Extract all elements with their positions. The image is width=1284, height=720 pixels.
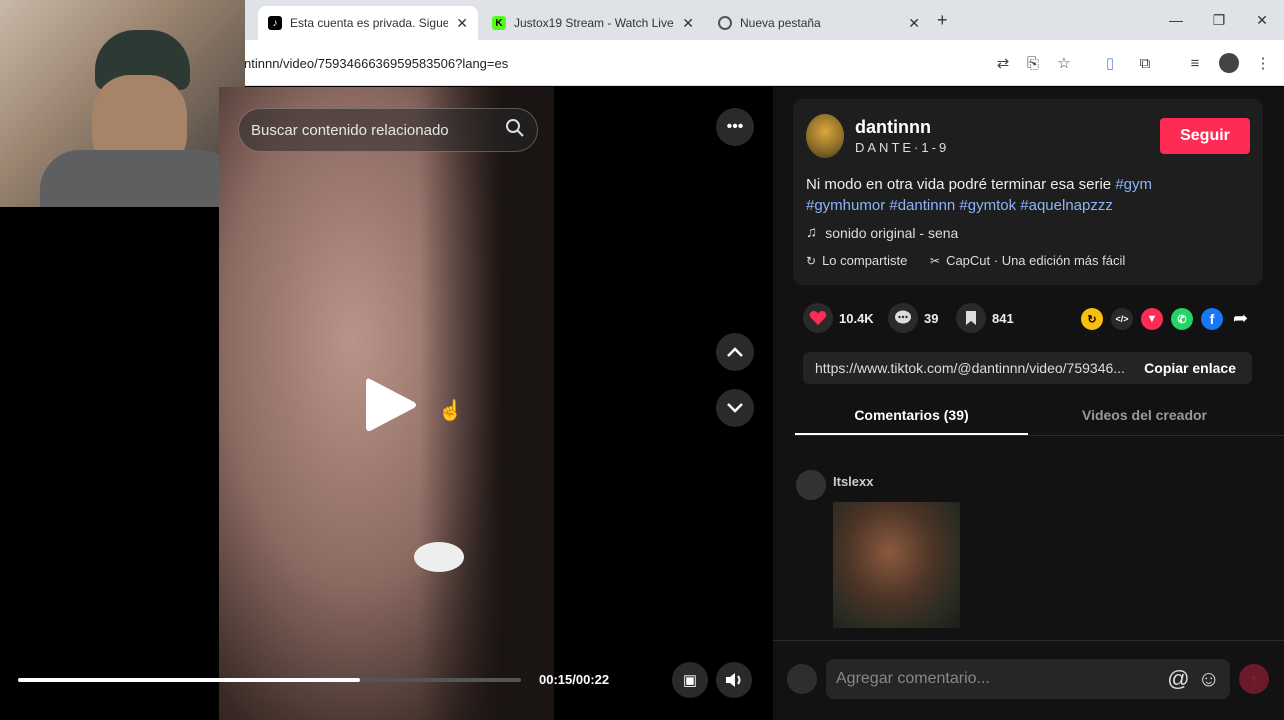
hashtag-link[interactable]: #gym (1115, 176, 1152, 193)
facebook-icon[interactable]: f (1201, 308, 1223, 330)
active-tab-indicator (795, 433, 1028, 435)
previous-video-chevron-up-icon[interactable] (716, 333, 754, 371)
hashtag-links[interactable]: #gymhumor #dantinnn #gymtok #aquelnapzzz (806, 197, 1113, 214)
whatsapp-icon[interactable]: ✆ (1171, 308, 1193, 330)
caption-text: Ni modo en otra vida podré terminar esa … (806, 176, 1116, 193)
comment-avatar[interactable] (796, 470, 826, 500)
chrome-icon (718, 16, 732, 30)
shared-chip[interactable]: ↻ Lo compartiste (806, 253, 907, 268)
volume-icon[interactable] (716, 662, 752, 698)
tab-title: Justox19 Stream - Watch Live o (514, 16, 675, 30)
comment-count: 39 (924, 310, 939, 326)
sound-label: sonido original - sena (825, 224, 959, 241)
tab-kick[interactable]: K Justox19 Stream - Watch Live o ✕ (482, 6, 704, 40)
comment-placeholder: Agregar comentario... (836, 670, 990, 687)
new-tab-button[interactable]: + (937, 10, 948, 31)
comment-username[interactable]: Itslexx (833, 474, 873, 489)
my-avatar (787, 664, 817, 694)
comment-button[interactable]: 39 (888, 303, 938, 333)
close-icon[interactable]: ✕ (456, 15, 468, 32)
video-link[interactable]: https://www.tiktok.com/@dantinnn/video/7… (803, 360, 1128, 376)
play-icon[interactable] (364, 375, 418, 440)
post-comment-button[interactable]: ↑ (1239, 664, 1269, 694)
translate-icon[interactable]: ⇄ (992, 52, 1014, 74)
follow-button[interactable]: Seguir (1160, 118, 1250, 154)
sound-link[interactable]: ♫ sonido original - sena (806, 224, 958, 241)
tab-creator-videos[interactable]: Videos del creador (1028, 407, 1261, 423)
tab-new[interactable]: Nueva pestaña ✕ (708, 6, 930, 40)
capcut-chip[interactable]: ✂ CapCut · Una edición más fácil (930, 253, 1125, 268)
save-count: 841 (992, 310, 1014, 326)
tab-tiktok[interactable]: ♪ Esta cuenta es privada. Sigue es ✕ (258, 6, 478, 40)
heart-icon (803, 303, 833, 333)
kick-icon: K (492, 16, 506, 30)
tab-comments[interactable]: Comentarios (39) (795, 407, 1028, 423)
capcut-icon: ✂ (930, 253, 941, 268)
embed-code-icon[interactable]: </> (1111, 308, 1133, 330)
comment-input[interactable]: Agregar comentario... @ ☺ (826, 659, 1230, 699)
comment-gif-image[interactable] (833, 502, 960, 628)
extensions-icon[interactable]: ⧉ (1134, 52, 1156, 74)
caption: Ni modo en otra vida podré terminar esa … (806, 174, 1246, 216)
tiktok-icon: ♪ (268, 16, 282, 30)
cast-icon[interactable]: ⎘ (1022, 52, 1044, 74)
mention-icon[interactable]: @ (1167, 666, 1189, 692)
search-icon[interactable] (505, 118, 525, 142)
close-icon[interactable]: ✕ (908, 15, 920, 32)
shirt-shape (40, 150, 240, 207)
floating-player-icon[interactable]: ▣ (672, 662, 708, 698)
bookmark-icon (956, 303, 986, 333)
next-video-chevron-down-icon[interactable] (716, 389, 754, 427)
avatar[interactable] (806, 114, 844, 158)
tab-title: Esta cuenta es privada. Sigue es (290, 16, 449, 30)
video-progress-fill (18, 678, 361, 682)
tab-title: Nueva pestaña (740, 16, 821, 30)
save-button[interactable]: 841 (956, 303, 1014, 333)
search-placeholder: Buscar contenido relacionado (251, 121, 449, 139)
restore-icon[interactable]: ❐ (1207, 10, 1231, 30)
display-name: DANTE·1-9 (855, 140, 950, 155)
music-note-icon: ♫ (806, 224, 818, 241)
webcam-overlay (0, 0, 245, 207)
earring-shape (414, 542, 464, 572)
share-arrow-icon[interactable]: ➦ (1233, 308, 1248, 329)
media-icon[interactable]: ≡ (1184, 52, 1206, 74)
comment-bubble-icon (888, 303, 918, 333)
video-time: 00:15/00:22 (539, 672, 610, 687)
send-icon[interactable]: ▼ (1141, 308, 1163, 330)
close-window-icon[interactable]: ✕ (1250, 10, 1274, 30)
repost-icon[interactable]: ↻ (1081, 308, 1103, 330)
profile-avatar-icon[interactable] (1218, 52, 1240, 74)
minimize-icon[interactable]: — (1164, 10, 1188, 30)
emoji-icon[interactable]: ☺ (1198, 666, 1220, 692)
close-icon[interactable]: ✕ (682, 15, 694, 32)
capcut-label: CapCut · Una edición más fácil (946, 253, 1126, 268)
link-box: https://www.tiktok.com/@dantinnn/video/7… (803, 352, 1252, 384)
video-progress-bar[interactable] (18, 678, 521, 682)
url-text[interactable]: ntinnn/video/7593466636959583506?lang=es (244, 56, 508, 71)
username[interactable]: dantinnn (855, 117, 931, 138)
shared-label: Lo compartiste (822, 253, 908, 268)
like-button[interactable]: 10.4K (803, 303, 874, 333)
like-count: 10.4K (839, 310, 874, 326)
document-icon[interactable]: ▯ (1099, 52, 1121, 74)
menu-icon[interactable]: ⋮ (1252, 52, 1274, 74)
copy-link-button[interactable]: Copiar enlace (1128, 360, 1252, 376)
cursor-hand-icon: ☝ (438, 400, 463, 422)
more-options-icon[interactable]: ••• (716, 108, 754, 146)
bookmark-star-icon[interactable]: ☆ (1053, 52, 1075, 74)
share-arrow-icon: ↻ (806, 253, 817, 268)
related-search-input[interactable]: Buscar contenido relacionado (238, 108, 538, 152)
